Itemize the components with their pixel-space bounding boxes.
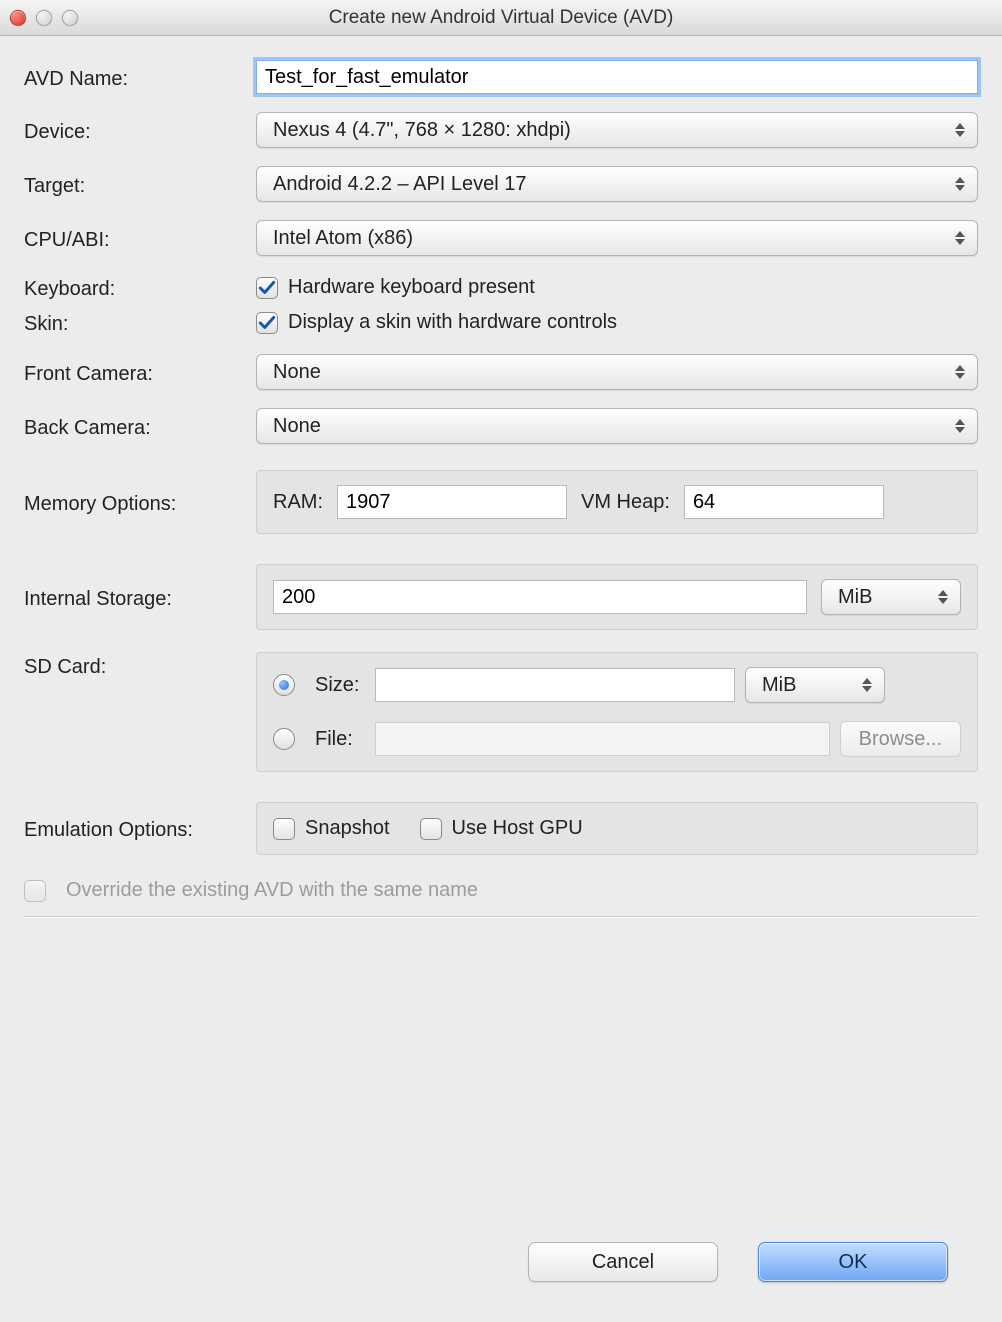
device-select[interactable]: Nexus 4 (4.7", 768 × 1280: xhdpi)	[256, 112, 978, 148]
sd-size-radio[interactable]	[273, 674, 295, 696]
close-icon[interactable]	[10, 10, 26, 26]
back-camera-select[interactable]: None	[256, 408, 978, 444]
sd-card-group: Size: MiB File: Browse...	[256, 652, 978, 772]
updown-icon	[862, 676, 874, 694]
sd-size-label: Size:	[315, 674, 365, 697]
sd-size-unit-value: MiB	[762, 674, 796, 697]
label-back-camera: Back Camera:	[24, 413, 256, 440]
internal-storage-input[interactable]	[273, 580, 807, 614]
ram-input[interactable]	[337, 485, 567, 519]
internal-storage-unit-value: MiB	[838, 586, 872, 609]
divider	[24, 916, 978, 917]
zoom-icon[interactable]	[62, 10, 78, 26]
updown-icon	[955, 229, 967, 247]
sd-file-label: File:	[315, 728, 365, 751]
sd-file-input	[375, 722, 830, 756]
minimize-icon[interactable]	[36, 10, 52, 26]
override-label: Override the existing AVD with the same …	[66, 879, 478, 902]
label-skin: Skin:	[24, 309, 256, 336]
label-emulation-options: Emulation Options:	[24, 815, 256, 842]
internal-storage-group: MiB	[256, 564, 978, 630]
snapshot-checkbox[interactable]	[273, 818, 295, 840]
updown-icon	[955, 121, 967, 139]
target-select-value: Android 4.2.2 – API Level 17	[273, 173, 527, 196]
snapshot-checkbox-label: Snapshot	[305, 817, 390, 840]
updown-icon	[955, 363, 967, 381]
sd-file-radio[interactable]	[273, 728, 295, 750]
vm-heap-label: VM Heap:	[581, 491, 670, 514]
browse-button[interactable]: Browse...	[840, 721, 961, 757]
skin-checkbox[interactable]	[256, 312, 278, 334]
sd-size-input[interactable]	[375, 668, 735, 702]
cpu-abi-select[interactable]: Intel Atom (x86)	[256, 220, 978, 256]
updown-icon	[955, 417, 967, 435]
label-avd-name: AVD Name:	[24, 64, 256, 91]
label-sd-card: SD Card:	[24, 652, 256, 679]
avd-name-input[interactable]	[256, 60, 978, 94]
front-camera-value: None	[273, 361, 321, 384]
device-select-value: Nexus 4 (4.7", 768 × 1280: xhdpi)	[273, 119, 571, 142]
internal-storage-unit-select[interactable]: MiB	[821, 579, 961, 615]
use-host-gpu-checkbox[interactable]	[420, 818, 442, 840]
label-cpu-abi: CPU/ABI:	[24, 225, 256, 252]
cpu-abi-select-value: Intel Atom (x86)	[273, 227, 413, 250]
updown-icon	[938, 588, 950, 606]
window-titlebar: Create new Android Virtual Device (AVD)	[0, 0, 1002, 36]
traffic-lights	[10, 10, 78, 26]
keyboard-checkbox[interactable]	[256, 277, 278, 299]
label-internal-storage: Internal Storage:	[24, 584, 256, 611]
vm-heap-input[interactable]	[684, 485, 884, 519]
cancel-button[interactable]: Cancel	[528, 1242, 718, 1282]
back-camera-value: None	[273, 415, 321, 438]
ram-label: RAM:	[273, 491, 323, 514]
sd-size-unit-select[interactable]: MiB	[745, 667, 885, 703]
emulation-options-group: Snapshot Use Host GPU	[256, 802, 978, 855]
keyboard-checkbox-label: Hardware keyboard present	[288, 276, 535, 299]
updown-icon	[955, 175, 967, 193]
label-keyboard: Keyboard:	[24, 274, 256, 301]
override-row: Override the existing AVD with the same …	[24, 879, 978, 902]
label-target: Target:	[24, 171, 256, 198]
use-host-gpu-checkbox-label: Use Host GPU	[452, 817, 583, 840]
ok-button[interactable]: OK	[758, 1242, 948, 1282]
label-front-camera: Front Camera:	[24, 359, 256, 386]
label-memory-options: Memory Options:	[24, 489, 256, 516]
skin-checkbox-label: Display a skin with hardware controls	[288, 311, 617, 334]
label-device: Device:	[24, 117, 256, 144]
target-select[interactable]: Android 4.2.2 – API Level 17	[256, 166, 978, 202]
window-title: Create new Android Virtual Device (AVD)	[0, 7, 1002, 29]
override-checkbox	[24, 880, 46, 902]
front-camera-select[interactable]: None	[256, 354, 978, 390]
memory-options-group: RAM: VM Heap:	[256, 470, 978, 534]
